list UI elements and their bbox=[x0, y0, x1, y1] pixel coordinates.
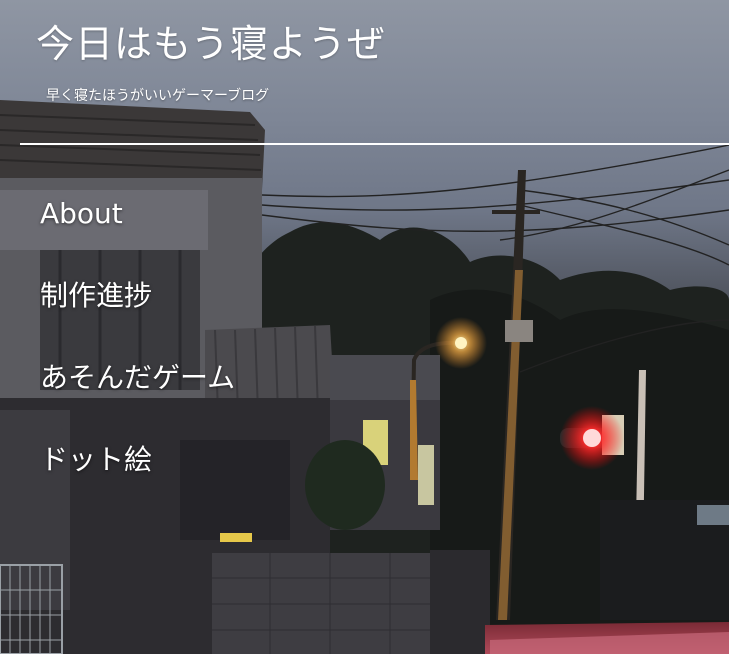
nav-link-pixel-art[interactable]: ドット絵 bbox=[40, 440, 152, 480]
nav-link-played-games[interactable]: あそんだゲーム bbox=[40, 358, 235, 398]
nav-link-progress[interactable]: 制作進捗 bbox=[40, 276, 152, 316]
header-divider bbox=[20, 143, 729, 145]
site-header: 今日はもう寝ようぜ 早く寝たほうがいいゲーマーブログ bbox=[0, 0, 729, 145]
site-tagline: 早く寝たほうがいいゲーマーブログ bbox=[46, 88, 270, 104]
nav-link-about[interactable]: About bbox=[40, 194, 123, 234]
hero-header: 今日はもう寝ようぜ 早く寝たほうがいいゲーマーブログ About 制作進捗 あそ… bbox=[0, 0, 729, 654]
red-signal-light bbox=[583, 429, 601, 447]
site-title[interactable]: 今日はもう寝ようぜ bbox=[36, 18, 386, 70]
